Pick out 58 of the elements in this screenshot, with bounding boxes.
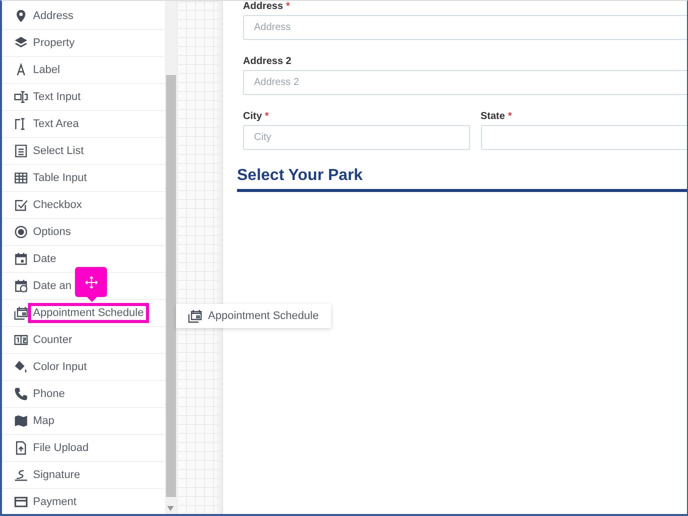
- calendar-stack-icon: [188, 309, 202, 323]
- input-field[interactable]: City: [243, 125, 470, 150]
- checkbox-icon: [14, 198, 28, 212]
- drag-label: Appointment Schedule: [208, 310, 319, 322]
- item-label: Date an: [32, 279, 73, 294]
- section-heading: Select Your Park: [237, 164, 687, 192]
- item-label: Property: [32, 36, 76, 51]
- sidebar-item[interactable]: Table Input: [2, 165, 165, 192]
- required-mark: *: [286, 1, 290, 12]
- item-label: Text Input: [32, 90, 82, 105]
- item-label: Payment: [32, 495, 78, 510]
- field-label: Address 2: [243, 56, 292, 67]
- item-label: Checkbox: [32, 198, 83, 213]
- required-mark: *: [264, 111, 269, 122]
- calendar-stack-icon: [14, 306, 28, 320]
- counter-icon: [14, 333, 28, 347]
- sidebar-item[interactable]: Map: [2, 408, 165, 435]
- item-label: Counter: [32, 333, 74, 348]
- paint-bucket-icon: [14, 360, 28, 374]
- calendar-icon: [14, 252, 28, 266]
- layers-icon: [14, 36, 28, 50]
- radio-icon: [14, 225, 28, 239]
- input-field[interactable]: Address 2: [243, 70, 687, 95]
- field-label: Address: [243, 1, 284, 12]
- scroll-down-icon[interactable]: [167, 506, 174, 511]
- letter-icon: [14, 63, 28, 77]
- scrollbar[interactable]: [165, 1, 177, 514]
- text-input-icon: [14, 90, 28, 104]
- sidebar-item[interactable]: Appointment Schedule: [2, 300, 165, 327]
- required-mark: *: [508, 111, 512, 122]
- list-icon: [14, 144, 28, 158]
- item-label: Address: [32, 9, 74, 24]
- input-field[interactable]: [480, 125, 687, 150]
- item-label: Date: [32, 252, 58, 267]
- item-label: Map: [32, 414, 56, 429]
- item-label: Options: [32, 225, 72, 240]
- field-label: City: [243, 111, 262, 122]
- pin-icon: [14, 9, 28, 23]
- item-label: Text Area: [32, 117, 80, 132]
- field-label: State: [480, 111, 505, 122]
- map-icon: [14, 414, 28, 428]
- file-upload-icon: [14, 441, 28, 455]
- item-label: File Upload: [32, 441, 90, 456]
- input-field[interactable]: Address: [243, 15, 687, 40]
- signature-icon: [14, 468, 28, 482]
- item-label: Signature: [32, 468, 82, 483]
- move-icon: [84, 276, 98, 288]
- item-label: Appointment Schedule: [28, 303, 149, 323]
- phone-icon: [14, 387, 28, 401]
- calendar-clock-icon: [14, 279, 28, 293]
- item-label: Color Input: [32, 360, 88, 375]
- item-label: Select List: [32, 144, 85, 159]
- scroll-thumb[interactable]: [166, 75, 176, 497]
- card-icon: [14, 495, 28, 509]
- table-icon: [14, 171, 28, 185]
- item-label: Label: [32, 63, 61, 78]
- item-label: Table Input: [32, 171, 88, 186]
- item-label: Phone: [32, 387, 66, 402]
